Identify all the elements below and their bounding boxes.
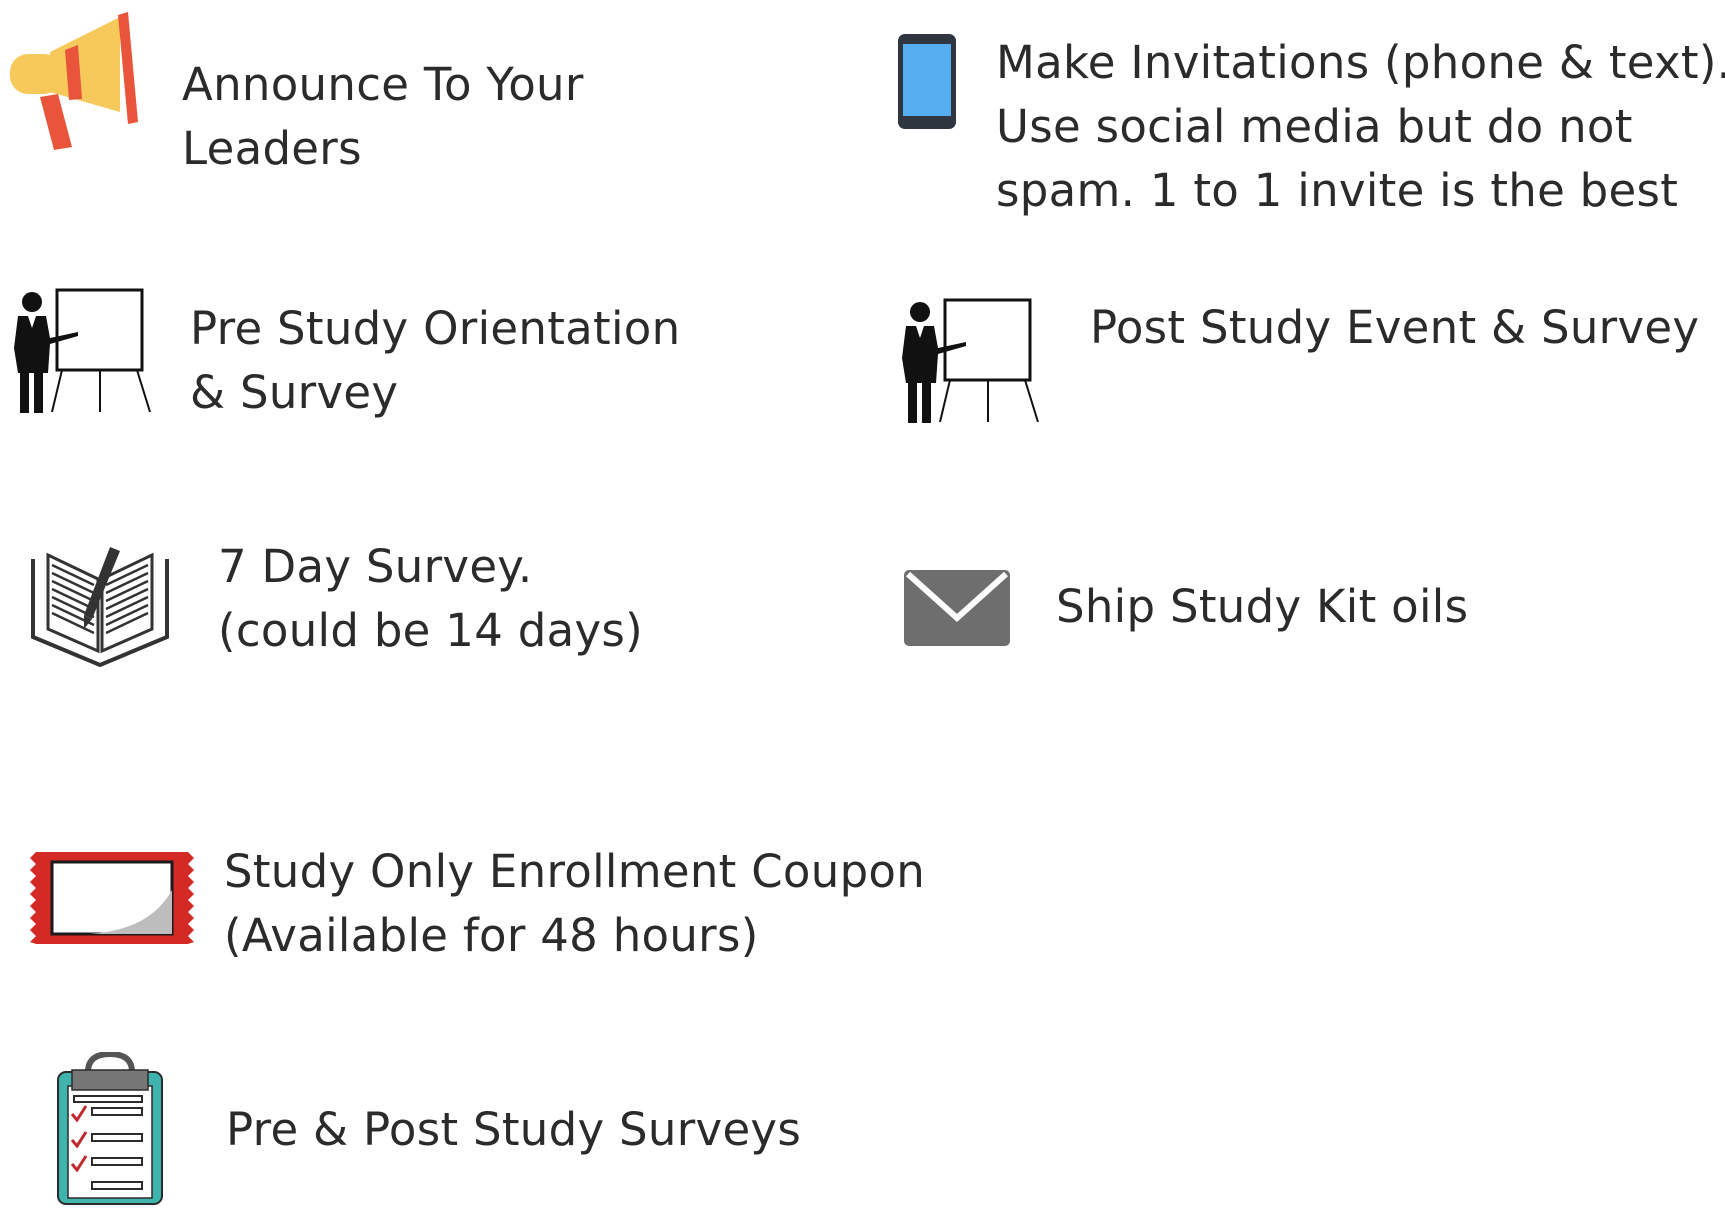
invitations-line-1: Make Invitations (phone & text). bbox=[996, 36, 1725, 89]
presenter-whiteboard-icon bbox=[898, 298, 1043, 426]
announce-line-1: Announce To Your bbox=[182, 58, 584, 111]
pre-orientation-text: Pre Study Orientation & Survey bbox=[190, 297, 680, 425]
invitations-line-2: Use social media but do not bbox=[996, 100, 1633, 153]
coupon-line-2: (Available for 48 hours) bbox=[224, 909, 759, 962]
megaphone-icon bbox=[10, 12, 140, 152]
announce-line-2: Leaders bbox=[182, 122, 362, 175]
coupon-line-1: Study Only Enrollment Coupon bbox=[224, 845, 926, 898]
day-survey-line-1: 7 Day Survey. bbox=[218, 540, 533, 593]
ship-kit-line-1: Ship Study Kit oils bbox=[1056, 580, 1469, 633]
coupon-ticket-icon bbox=[30, 850, 194, 946]
clipboard-checklist-icon bbox=[56, 1052, 166, 1208]
surveys-text: Pre & Post Study Surveys bbox=[226, 1098, 801, 1162]
envelope-icon bbox=[904, 570, 1010, 646]
post-event-line-1: Post Study Event & Survey bbox=[1090, 301, 1700, 354]
invitations-text: Make Invitations (phone & text). Use soc… bbox=[996, 31, 1725, 223]
surveys-line-1: Pre & Post Study Surveys bbox=[226, 1103, 802, 1156]
open-book-pen-icon bbox=[30, 545, 170, 667]
invitations-line-3: spam. 1 to 1 invite is the best bbox=[996, 164, 1679, 217]
ship-kit-text: Ship Study Kit oils bbox=[1056, 575, 1468, 639]
coupon-text: Study Only Enrollment Coupon (Available … bbox=[224, 840, 925, 968]
presenter-whiteboard-icon bbox=[10, 288, 155, 416]
day-survey-text: 7 Day Survey. (could be 14 days) bbox=[218, 535, 643, 663]
post-event-text: Post Study Event & Survey bbox=[1090, 296, 1699, 360]
day-survey-line-2: (could be 14 days) bbox=[218, 604, 644, 657]
pre-orientation-line-1: Pre Study Orientation bbox=[190, 302, 681, 355]
announce-text: Announce To Your Leaders bbox=[182, 53, 584, 181]
smartphone-icon bbox=[898, 34, 958, 130]
pre-orientation-line-2: & Survey bbox=[190, 366, 399, 419]
